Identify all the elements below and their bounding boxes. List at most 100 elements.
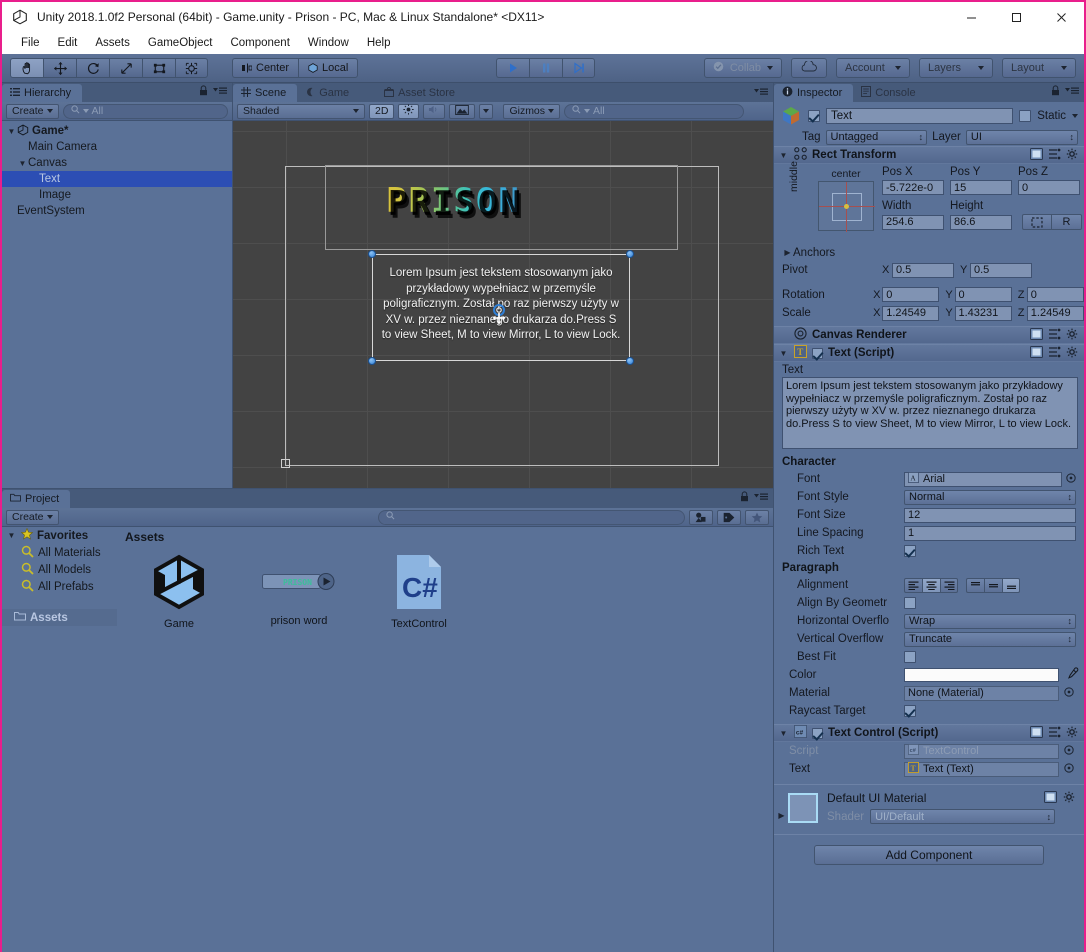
rotate-tool-button[interactable]: [76, 58, 109, 78]
script-picker-icon[interactable]: [1064, 744, 1074, 758]
tab-game[interactable]: Game: [297, 84, 360, 102]
anchors-row[interactable]: ▶ Anchors: [774, 244, 1084, 261]
tab-project[interactable]: Project: [2, 490, 71, 508]
font-field[interactable]: A Arial: [904, 471, 1062, 487]
menu-window[interactable]: Window: [299, 35, 358, 51]
color-swatch[interactable]: [904, 668, 1059, 682]
text-control-enabled-checkbox[interactable]: [812, 727, 823, 739]
hierarchy-create-button[interactable]: Create: [6, 103, 59, 119]
pause-button[interactable]: [529, 58, 562, 78]
resize-handle-bottom-left[interactable]: [368, 357, 376, 365]
pos-x-field[interactable]: -5.722e-0: [882, 180, 944, 195]
tab-hierarchy[interactable]: Hierarchy: [2, 84, 83, 102]
align-right-button[interactable]: [940, 577, 958, 593]
chevron-down-icon[interactable]: ▼: [778, 151, 789, 160]
vertical-overflow-dropdown[interactable]: Truncate: [904, 631, 1076, 647]
menu-component[interactable]: Component: [221, 35, 298, 51]
hierarchy-menu-icon[interactable]: [213, 86, 227, 98]
project-fav-all-prefabs[interactable]: All Prefabs: [2, 578, 117, 595]
scene-search-input[interactable]: All: [564, 103, 745, 119]
gear-icon[interactable]: [1066, 346, 1079, 361]
project-menu-icon[interactable]: [754, 492, 768, 504]
hierarchy-item-main-camera[interactable]: Main Camera: [2, 139, 232, 155]
help-icon[interactable]: [1044, 791, 1057, 806]
scale-tool-button[interactable]: [109, 58, 142, 78]
scene-gizmos-dropdown[interactable]: Gizmos: [503, 103, 561, 119]
hierarchy-item-canvas[interactable]: ▼ Canvas: [2, 155, 232, 171]
menu-assets[interactable]: Assets: [86, 35, 139, 51]
chevron-down-icon[interactable]: ▼: [6, 531, 17, 540]
canvas-corner-handle[interactable]: [281, 459, 290, 468]
asset-item-game[interactable]: Game: [140, 553, 218, 630]
add-component-button[interactable]: Add Component: [814, 845, 1044, 865]
align-by-geometry-checkbox[interactable]: [904, 597, 916, 609]
account-button[interactable]: Account: [836, 58, 910, 78]
chevron-right-icon[interactable]: ▶: [782, 248, 793, 257]
preset-icon[interactable]: [1048, 328, 1061, 343]
tab-console[interactable]: Console: [853, 84, 926, 102]
gear-icon[interactable]: [1063, 791, 1076, 806]
pivot-rotation-button[interactable]: Local: [298, 58, 359, 78]
hierarchy-item-eventsystem[interactable]: EventSystem: [2, 203, 232, 219]
anchor-preset-widget[interactable]: center: [804, 168, 888, 232]
maximize-button[interactable]: [994, 2, 1039, 32]
material-field[interactable]: None (Material): [904, 685, 1059, 701]
scene-2d-toggle[interactable]: 2D: [369, 103, 395, 119]
text-script-enabled-checkbox[interactable]: [812, 347, 823, 359]
component-header-rect-transform[interactable]: ▼ Rect Transform: [774, 146, 1084, 164]
height-field[interactable]: 86.6: [950, 214, 1012, 230]
menu-edit[interactable]: Edit: [49, 35, 87, 51]
text-ref-field[interactable]: T Text (Text): [904, 761, 1059, 777]
menu-gameobject[interactable]: GameObject: [139, 35, 222, 51]
help-icon[interactable]: [1030, 147, 1043, 163]
preset-icon[interactable]: [1048, 726, 1061, 741]
divider-scene-project[interactable]: [2, 488, 773, 489]
project-create-button[interactable]: Create: [6, 509, 59, 525]
font-style-dropdown[interactable]: Normal: [904, 489, 1076, 505]
raw-edit-button[interactable]: R: [1052, 214, 1082, 230]
gear-icon[interactable]: [1066, 148, 1079, 163]
close-button[interactable]: [1039, 2, 1084, 32]
project-tree-assets[interactable]: Assets: [2, 609, 117, 626]
component-header-text-control[interactable]: ▼ c# Text Control (Script): [774, 724, 1084, 742]
play-button[interactable]: [496, 58, 529, 78]
scene-lighting-toggle[interactable]: [398, 103, 420, 119]
rect-tool-button[interactable]: [142, 58, 175, 78]
chevron-down-icon[interactable]: ▼: [778, 729, 789, 738]
scale-z-field[interactable]: 1.24549: [1026, 305, 1084, 321]
asset-item-textcontrol[interactable]: C# TextControl: [380, 553, 458, 630]
project-fav-all-models[interactable]: All Models: [2, 561, 117, 578]
step-button[interactable]: [562, 58, 595, 78]
rotation-z-field[interactable]: 0: [1026, 287, 1084, 302]
object-active-checkbox[interactable]: [808, 109, 820, 122]
object-name-field[interactable]: Text: [826, 107, 1014, 124]
font-size-field[interactable]: 12: [904, 507, 1076, 523]
raycast-target-checkbox[interactable]: [904, 705, 916, 717]
project-favorites-button[interactable]: [745, 509, 769, 525]
tab-asset-store[interactable]: Asset Store: [376, 84, 466, 102]
minimize-button[interactable]: [949, 2, 994, 32]
line-spacing-field[interactable]: 1: [904, 525, 1076, 541]
scene-audio-toggle[interactable]: [423, 103, 446, 119]
project-search-input[interactable]: [378, 509, 685, 525]
static-checkbox[interactable]: [1019, 109, 1032, 122]
component-header-canvas-renderer[interactable]: Canvas Renderer: [774, 326, 1084, 344]
pivot-x-field[interactable]: 0.5: [892, 262, 954, 278]
align-left-button[interactable]: [904, 577, 922, 593]
help-icon[interactable]: [1030, 345, 1043, 361]
component-header-text-script[interactable]: ▼ T Text (Script): [774, 344, 1084, 362]
transform-tool-button[interactable]: [175, 58, 208, 78]
resize-handle-top-left[interactable]: [368, 250, 376, 258]
rotation-y-field[interactable]: 0: [954, 287, 1012, 302]
cloud-button[interactable]: [791, 58, 827, 78]
material-picker-icon[interactable]: [1064, 686, 1074, 700]
scale-y-field[interactable]: 1.43231: [954, 305, 1012, 321]
tab-scene[interactable]: Scene: [233, 84, 298, 102]
gear-icon[interactable]: [1066, 726, 1079, 741]
eyedropper-icon[interactable]: [1066, 667, 1079, 683]
pivot-mode-button[interactable]: Center: [232, 58, 299, 78]
width-field[interactable]: 254.6: [882, 214, 944, 230]
menu-help[interactable]: Help: [358, 35, 400, 51]
hierarchy-search-input[interactable]: All: [62, 103, 228, 119]
scale-x-field[interactable]: 1.24549: [882, 305, 940, 321]
